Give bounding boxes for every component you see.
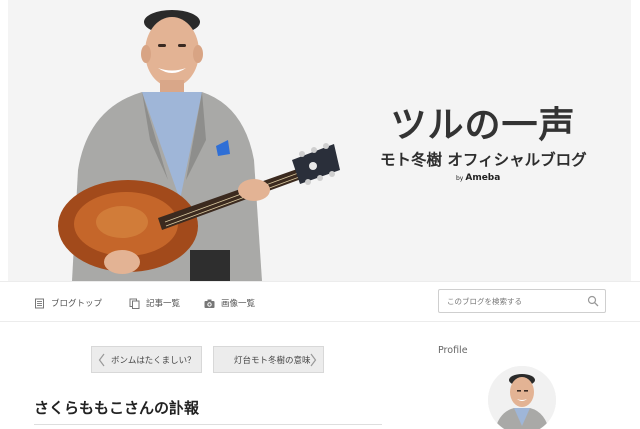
blog-search [438,289,606,313]
nav-article-list[interactable]: 記事一覧 [129,295,180,311]
entry-title-divider [34,424,382,425]
blog-title[interactable]: ツルの一声 [378,96,588,148]
ameba-logo[interactable]: by Ameba [456,173,500,183]
header-banner: ツルの一声 モト冬樹 オフィシャルブログ by Ameba [0,0,640,281]
profile-photo [488,366,556,429]
chevron-left-icon [98,353,105,366]
next-entry-button[interactable]: 灯台モト冬樹の意味 [213,346,324,373]
entry-title[interactable]: さくらももこさんの訃報 [34,397,199,418]
nav-article-list-label: 記事一覧 [146,299,181,309]
profile-heading: Profile [438,345,468,356]
next-entry-label: 灯台モト冬樹の意味 [234,355,311,366]
prev-entry-button[interactable]: ボンムはたくましい？ [91,346,202,373]
camera-icon [204,299,215,308]
blog-top-icon [35,298,44,308]
search-input[interactable] [439,291,579,311]
prev-entry-label: ボンムはたくましい？ [111,355,196,366]
blog-subtitle: モト冬樹 オフィシャルブログ [380,151,587,169]
avatar[interactable] [488,366,556,429]
ameba-brand-text: Ameba [465,173,501,183]
search-icon[interactable] [587,295,599,307]
nav-blog-top-label: ブログトップ [51,299,103,309]
banner-right-margin [631,0,640,281]
nav-image-list-label: 画像一覧 [221,299,256,309]
nav-image-list[interactable]: 画像一覧 [204,295,255,311]
chevron-right-icon [310,353,317,367]
nav-blog-top[interactable]: ブログトップ [34,295,102,311]
banner-left-margin [0,0,8,281]
ameba-by-text: by [456,175,464,182]
article-list-icon [129,298,140,309]
header-photo [58,10,340,281]
